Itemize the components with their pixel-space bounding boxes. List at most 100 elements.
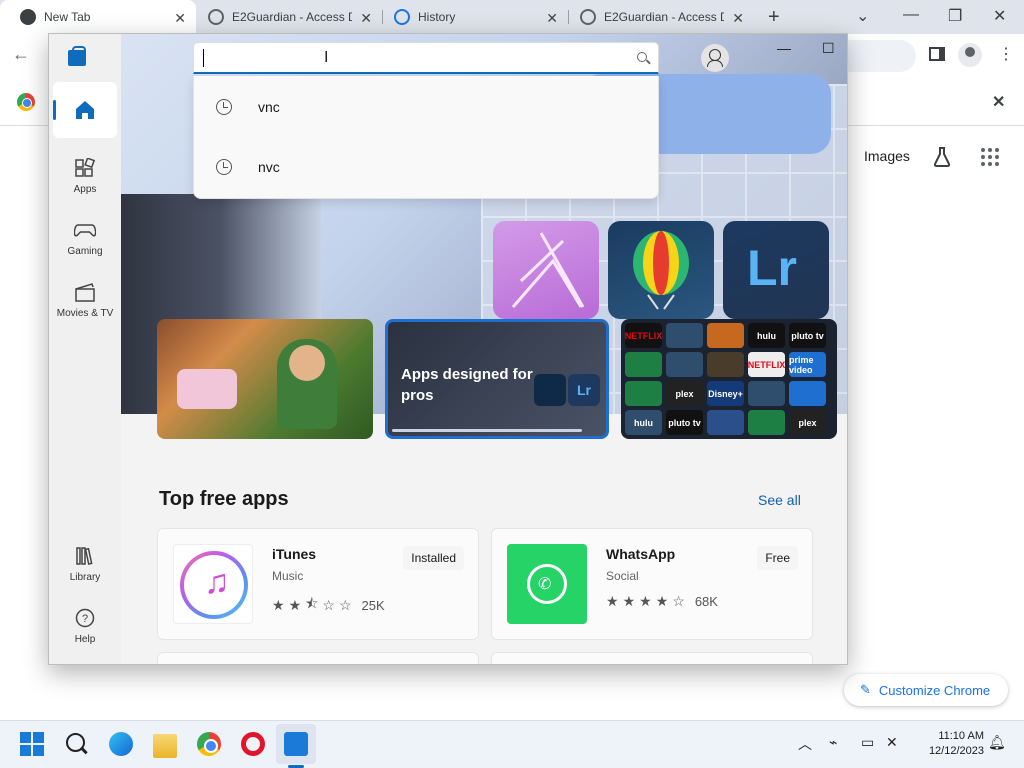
search-icon[interactable] <box>637 52 647 62</box>
app-card-whatsapp[interactable]: ✆ WhatsApp Social ★ ★ ★ ★ ☆ 68K Free <box>491 528 813 640</box>
nav-library[interactable]: Library <box>53 540 117 596</box>
game-promo-card[interactable] <box>157 319 373 439</box>
app-card[interactable] <box>157 652 479 664</box>
store-nav-rail: Apps Gaming Movies & TV Library ? Help <box>49 34 121 664</box>
network-icon[interactable]: ⌁ <box>829 734 837 751</box>
apps-for-pros-card[interactable]: Apps designed for pros Lr <box>385 319 609 439</box>
lightroom-app-tile[interactable]: Lr <box>723 221 829 319</box>
coreldraw-app-tile[interactable] <box>608 221 714 319</box>
images-link[interactable]: Images <box>864 148 910 164</box>
review-count: 25K <box>361 597 385 613</box>
start-icon[interactable] <box>20 732 44 756</box>
customize-chrome-button[interactable]: ✎ Customize Chrome <box>844 674 1008 706</box>
streaming-logo-grid: NETFLIX hulu pluto tv NETFLIX prime vide… <box>625 323 826 435</box>
streaming-apps-card[interactable]: NETFLIX hulu pluto tv NETFLIX prime vide… <box>621 319 837 439</box>
suggestion-item[interactable]: nvc <box>194 139 660 195</box>
close-tab-icon[interactable]: ✕ <box>732 10 744 27</box>
chrome-icon[interactable] <box>197 732 221 756</box>
pluto-tv-logo: pluto tv <box>666 410 703 435</box>
close-tab-icon[interactable]: ✕ <box>174 10 186 27</box>
minimize-icon[interactable]: — <box>777 40 791 56</box>
tab-e2guardian-1[interactable]: E2Guardian - Access D ✕ <box>196 0 382 34</box>
pencil-icon: ✎ <box>860 682 871 697</box>
streaming-logo <box>707 410 744 435</box>
account-icon[interactable] <box>701 44 729 72</box>
netflix-logo: NETFLIX <box>625 323 662 348</box>
notification-bell-icon[interactable]: 🔔︎ <box>988 734 1006 751</box>
globe-icon <box>208 9 224 25</box>
history-icon <box>216 159 232 175</box>
apps-icon <box>75 158 96 177</box>
ibeam-cursor-icon: I <box>324 49 329 66</box>
streaming-logo <box>666 352 703 377</box>
store-main: Lr Apps designed for pros Lr NETFLIX hul… <box>121 34 847 664</box>
suggestion-item[interactable]: vnc <box>194 79 660 135</box>
star-filled-icon: ★ <box>655 593 669 609</box>
tab-search-icon[interactable]: ⌄ <box>856 6 869 26</box>
close-window-icon[interactable]: ✕ <box>993 6 1006 26</box>
movies-icon <box>75 283 95 302</box>
tab-title: New Tab <box>44 10 91 24</box>
search-icon[interactable] <box>66 733 90 757</box>
free-button[interactable]: Free <box>757 546 798 570</box>
text-caret <box>203 49 204 67</box>
profile-avatar[interactable] <box>958 43 982 67</box>
tab-history[interactable]: History ✕ <box>382 0 568 34</box>
new-tab-button[interactable]: + <box>768 6 780 29</box>
search-suggestions: vnc nvc <box>193 76 659 199</box>
see-all-link[interactable]: See all <box>758 492 801 508</box>
app-rating: ★ ★ ★ ★ ☆ 68K <box>606 593 718 610</box>
close-tab-icon[interactable]: ✕ <box>360 10 372 27</box>
opera-icon[interactable] <box>241 732 265 756</box>
file-explorer-icon[interactable] <box>153 734 177 758</box>
star-half-icon: ⯪ <box>305 595 319 611</box>
hulu-logo: hulu <box>748 323 785 348</box>
tab-e2guardian-2[interactable]: E2Guardian - Access D ✕ <box>568 0 754 34</box>
whatsapp-icon: ✆ <box>507 544 587 624</box>
restore-icon[interactable]: ❐ <box>948 6 962 26</box>
minimize-icon[interactable]: — <box>903 6 919 24</box>
app-card-itunes[interactable]: ♫ iTunes Music ★ ★ ⯪ ☆ ☆ 25K Installed <box>157 528 479 640</box>
cake-illustration <box>177 369 237 409</box>
nav-movies-tv[interactable]: Movies & TV <box>53 276 117 332</box>
star-filled-icon: ★ <box>639 593 652 609</box>
svg-text:?: ? <box>82 613 88 625</box>
back-arrow-icon[interactable]: ← <box>12 44 30 65</box>
store-search-input[interactable]: I <box>193 42 659 74</box>
review-count: 68K <box>694 594 718 609</box>
nav-home[interactable] <box>53 82 117 138</box>
tab-title: E2Guardian - Access D <box>232 10 352 24</box>
nav-help-label: Help <box>74 634 96 645</box>
close-infobar-icon[interactable]: ✕ <box>992 92 1005 112</box>
carousel-progress <box>392 429 582 432</box>
itunes-icon: ♫ <box>173 544 253 624</box>
nav-gaming[interactable]: Gaming <box>53 214 117 270</box>
side-panel-icon[interactable] <box>929 47 945 61</box>
streaming-logo <box>625 352 662 377</box>
home-icon <box>76 101 94 119</box>
streaming-logo <box>789 381 826 406</box>
nav-help[interactable]: ? Help <box>53 602 117 658</box>
display-icon[interactable]: ▭ <box>861 734 874 751</box>
more-menu-icon[interactable]: ⋮ <box>998 44 1014 64</box>
clock[interactable]: 11:10 AM 12/12/2023 <box>912 729 984 759</box>
streaming-logo <box>748 381 785 406</box>
chrome-icon <box>20 9 36 25</box>
labs-flask-icon[interactable] <box>932 146 952 168</box>
installed-badge[interactable]: Installed <box>403 546 464 570</box>
volume-muted-icon[interactable]: ✕ <box>886 734 898 751</box>
omnibox[interactable] <box>846 40 916 72</box>
app-card[interactable] <box>491 652 813 664</box>
chevron-up-icon[interactable]: ︿ <box>798 734 812 754</box>
nav-apps[interactable]: Apps <box>53 152 117 208</box>
app-category: Music <box>272 569 304 583</box>
affinity-app-tile[interactable] <box>493 221 599 319</box>
balloon-icon <box>633 231 689 310</box>
store-icon[interactable] <box>284 732 308 756</box>
suggestion-text: vnc <box>258 99 280 115</box>
tab-new-tab[interactable]: New Tab ✕ <box>0 0 196 34</box>
google-apps-icon[interactable] <box>981 148 999 166</box>
maximize-icon[interactable]: ☐ <box>822 40 835 57</box>
close-tab-icon[interactable]: ✕ <box>546 10 558 27</box>
edge-icon[interactable] <box>109 732 133 756</box>
